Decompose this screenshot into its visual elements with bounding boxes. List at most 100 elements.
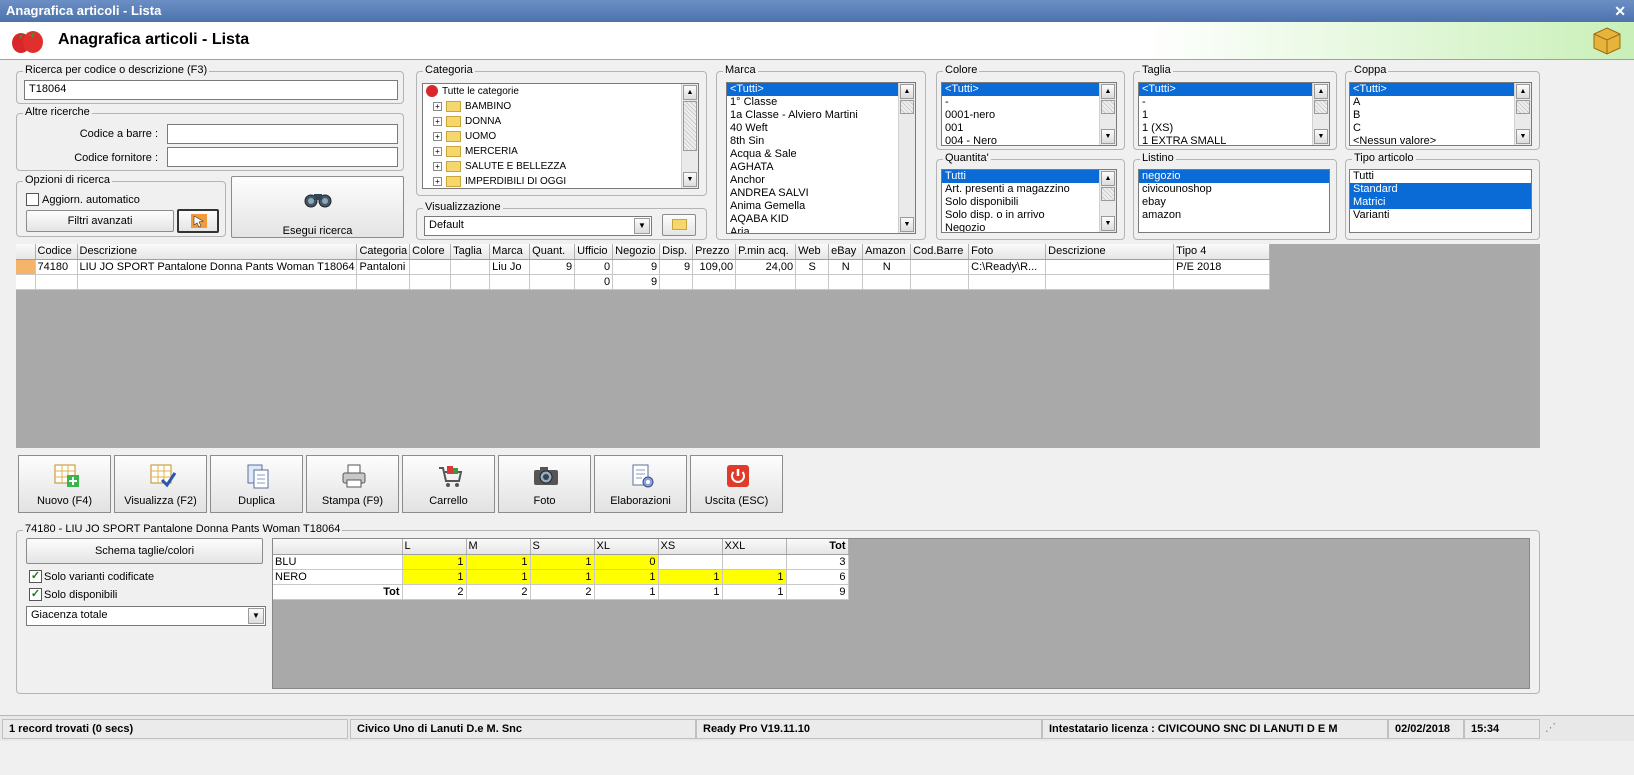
matrix-cell[interactable] — [722, 554, 787, 570]
list-item[interactable]: <Nessun valore> — [1350, 135, 1531, 145]
list-item[interactable]: 0001-nero — [942, 109, 1116, 122]
list-item[interactable]: Solo disp. o in arrivo — [942, 209, 1116, 222]
row-marker[interactable] — [16, 259, 36, 275]
supplier-code-input[interactable] — [167, 147, 398, 167]
chevron-down-icon[interactable]: ▼ — [248, 608, 264, 624]
column-header[interactable]: Prezzo — [692, 244, 737, 260]
list-item[interactable]: amazon — [1139, 209, 1329, 222]
cup-list[interactable]: <Tutti> A B C <Nessun valore> ▲ ▼ — [1349, 82, 1532, 146]
list-item[interactable]: 1° Classe — [727, 96, 915, 109]
expand-icon[interactable]: + — [433, 116, 442, 126]
list-item[interactable]: 004 - Nero — [942, 135, 1116, 145]
matrix-cell[interactable]: 1 — [402, 569, 467, 585]
scroll-down-icon[interactable]: ▼ — [1516, 129, 1530, 144]
scroll-thumb[interactable] — [683, 101, 697, 151]
brand-list[interactable]: <Tutti> 1° Classe 1a Classe - Alviero Mart… — [726, 82, 916, 234]
matrix-cell[interactable]: 1 — [594, 569, 659, 585]
list-item[interactable]: A — [1350, 96, 1531, 109]
list-item[interactable]: ebay — [1139, 196, 1329, 209]
resize-grip-icon[interactable]: ⋰ — [1545, 721, 1556, 734]
list-item[interactable]: Tutti — [1350, 170, 1531, 183]
list-item[interactable]: AGHATA — [727, 161, 915, 174]
list-item[interactable]: Tutti — [942, 170, 1116, 183]
column-header[interactable]: Amazon — [862, 244, 912, 260]
list-item[interactable]: 40 Weft — [727, 122, 915, 135]
size-matrix[interactable]: L M S XL XS XXL Tot BLU 1 1 1 0 3 NERO 1 1 1 1 1 1 6 Tot 2 2 2 1 1… — [273, 539, 849, 600]
tree-item[interactable]: + MERCERIA — [423, 144, 698, 159]
processing-button[interactable]: Elaborazioni — [594, 455, 687, 513]
category-tree[interactable]: Tutte le categorie + BAMBINO + DONNA + UOMO… — [422, 83, 699, 189]
scroll-thumb[interactable] — [1101, 187, 1115, 201]
matrix-cell[interactable]: 1 — [466, 554, 531, 570]
list-item[interactable]: 001 — [942, 122, 1116, 135]
tree-root[interactable]: Tutte le categorie — [423, 84, 698, 99]
view-select[interactable]: Default ▼ — [424, 216, 652, 236]
list-item[interactable]: Matrici — [1350, 196, 1531, 209]
list-item[interactable]: Acqua & Sale — [727, 148, 915, 161]
advanced-filters-button[interactable]: Filtri avanzati — [26, 210, 174, 232]
size-scrollbar[interactable]: ▲ ▼ — [1312, 83, 1329, 145]
list-item[interactable]: 1a Classe - Alviero Martini — [727, 109, 915, 122]
exit-button[interactable]: Uscita (ESC) — [690, 455, 783, 513]
scroll-up-icon[interactable]: ▲ — [1314, 84, 1328, 99]
list-item[interactable]: negozio — [1139, 170, 1329, 183]
print-button[interactable]: Stampa (F9) — [306, 455, 399, 513]
column-header[interactable]: Quant. — [529, 244, 576, 260]
size-color-schema-button[interactable]: Schema taglie/colori — [26, 538, 263, 564]
column-header[interactable]: Cod.Barre — [910, 244, 970, 260]
expand-icon[interactable]: + — [433, 146, 442, 156]
list-item[interactable]: - — [1139, 96, 1329, 109]
scroll-down-icon[interactable]: ▼ — [1101, 216, 1115, 231]
scroll-thumb[interactable] — [1314, 100, 1328, 114]
list-item[interactable]: 1 — [1139, 109, 1329, 122]
expand-icon[interactable]: + — [433, 176, 442, 186]
scroll-down-icon[interactable]: ▼ — [900, 217, 914, 232]
column-header[interactable]: Ufficio — [574, 244, 614, 260]
list-item[interactable]: Anima Gemella — [727, 200, 915, 213]
scroll-thumb[interactable] — [1516, 100, 1530, 114]
close-icon[interactable]: ✕ — [1614, 3, 1626, 20]
scroll-up-icon[interactable]: ▲ — [683, 85, 697, 100]
column-header[interactable]: Colore — [409, 244, 452, 260]
only-coded-checkbox[interactable]: ✓ — [29, 570, 42, 583]
matrix-cell[interactable]: 1 — [658, 569, 723, 585]
matrix-cell[interactable] — [658, 554, 723, 570]
scroll-up-icon[interactable]: ▲ — [1101, 171, 1115, 186]
tree-item[interactable]: + IMPERDIBILI DI OGGI — [423, 174, 698, 188]
only-available-checkbox[interactable]: ✓ — [29, 588, 42, 601]
new-button[interactable]: Nuovo (F4) — [18, 455, 111, 513]
scroll-up-icon[interactable]: ▲ — [1516, 84, 1530, 99]
barcode-input[interactable] — [167, 124, 398, 144]
search-input[interactable]: T18064 — [24, 80, 398, 100]
list-item[interactable]: Negozio — [942, 222, 1116, 232]
list-item[interactable]: 1 EXTRA SMALL — [1139, 135, 1329, 145]
cart-button[interactable]: Carrello — [402, 455, 495, 513]
matrix-cell[interactable]: 1 — [402, 554, 467, 570]
scroll-up-icon[interactable]: ▲ — [1101, 84, 1115, 99]
article-type-list[interactable]: Tutti Standard Matrici Varianti — [1349, 169, 1532, 233]
list-item[interactable]: AQABA KID — [727, 213, 915, 226]
scroll-thumb[interactable] — [1101, 100, 1115, 114]
matrix-cell[interactable]: 1 — [530, 569, 595, 585]
tree-item[interactable]: + BAMBINO — [423, 99, 698, 114]
list-item[interactable]: C — [1350, 122, 1531, 135]
duplicate-button[interactable]: Duplica — [210, 455, 303, 513]
column-header[interactable]: Negozio — [612, 244, 661, 260]
column-header[interactable]: P.min acq. — [735, 244, 797, 260]
scroll-down-icon[interactable]: ▼ — [1101, 129, 1115, 144]
table-row[interactable]: 74180 LIU JO SPORT Pantalone Donna Pants … — [16, 259, 1271, 275]
column-header[interactable]: Codice — [35, 244, 78, 260]
list-item[interactable]: Solo disponibili — [942, 196, 1116, 209]
view-button[interactable]: Visualizza (F2) — [114, 455, 207, 513]
quantity-scrollbar[interactable]: ▲ ▼ — [1099, 170, 1116, 232]
pricelist-list[interactable]: negozio civicounoshop ebay amazon — [1138, 169, 1330, 233]
column-header[interactable]: Descrizione — [77, 244, 358, 260]
cup-scrollbar[interactable]: ▲ ▼ — [1514, 83, 1531, 145]
scroll-up-icon[interactable]: ▲ — [900, 84, 914, 99]
list-item[interactable]: 8th Sin — [727, 135, 915, 148]
tree-item[interactable]: + UOMO — [423, 129, 698, 144]
list-item[interactable]: Anchor — [727, 174, 915, 187]
scroll-thumb[interactable] — [900, 100, 914, 114]
list-item[interactable]: B — [1350, 109, 1531, 122]
list-item[interactable]: <Tutti> — [942, 83, 1116, 96]
